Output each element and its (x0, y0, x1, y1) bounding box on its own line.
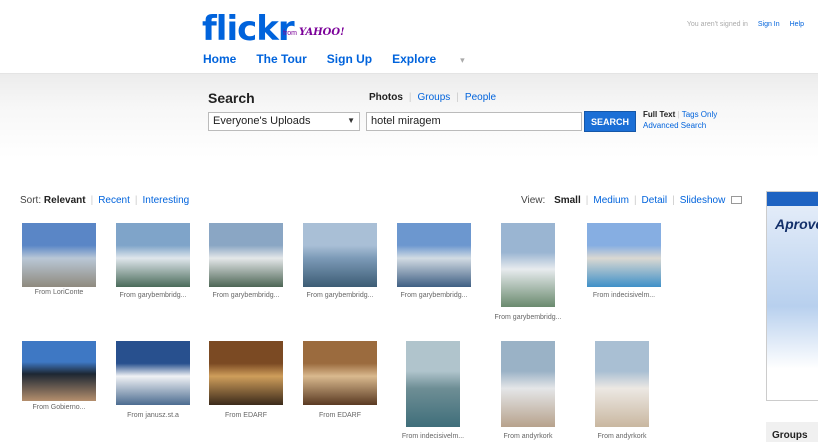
chevron-down-icon: ▾ (460, 55, 465, 65)
search-options: Full Text | Tags Only Advanced Search (643, 109, 717, 131)
photo-thumbnail[interactable] (501, 223, 555, 307)
full-text-option[interactable]: Full Text (643, 110, 675, 119)
divider: | (408, 92, 412, 103)
ad-header-bar (767, 192, 818, 206)
view-detail[interactable]: Detail (642, 195, 668, 206)
photo-thumbnail[interactable] (303, 341, 377, 405)
groups-heading: Groups (766, 422, 818, 442)
nav-explore-label: Explore (392, 52, 437, 66)
view-bar: View: Small | Medium | Detail | Slideshow (521, 195, 743, 206)
tab-groups[interactable]: Groups (418, 92, 451, 103)
nav-the-tour[interactable]: The Tour (256, 52, 306, 66)
photo-thumbnail[interactable] (22, 223, 96, 287)
sort-recent[interactable]: Recent (98, 195, 130, 206)
photo-caption[interactable]: From garybembridg... (113, 292, 193, 299)
divider: | (90, 195, 94, 206)
photo-caption[interactable]: From andyrkork (582, 433, 662, 440)
logo-text: flickr (202, 9, 295, 49)
nav-sign-up[interactable]: Sign Up (327, 52, 372, 66)
photo-thumbnail[interactable] (397, 223, 471, 287)
search-scope-select[interactable]: Everyone's Uploads ▼ (208, 112, 360, 131)
photo-thumbnail[interactable] (595, 341, 649, 427)
sort-relevant[interactable]: Relevant (44, 195, 86, 206)
photo-thumbnail[interactable] (116, 223, 190, 287)
photo-caption[interactable]: From EDARF (300, 412, 380, 419)
view-small[interactable]: Small (554, 195, 581, 206)
tags-only-option[interactable]: Tags Only (682, 110, 718, 119)
sort-interesting[interactable]: Interesting (143, 195, 190, 206)
photo-thumbnail[interactable] (116, 341, 190, 405)
search-button[interactable]: SEARCH (584, 111, 636, 132)
photo-thumbnail[interactable] (406, 341, 460, 427)
view-medium[interactable]: Medium (593, 195, 629, 206)
photo-caption[interactable]: From indecisivelm... (584, 292, 664, 299)
photo-caption[interactable]: From andyrkork (488, 433, 568, 440)
yahoo-from-label: from (283, 30, 297, 37)
scope-value: Everyone's Uploads (213, 115, 311, 127)
view-label: View: (521, 195, 546, 206)
dropdown-arrow-icon: ▼ (347, 116, 355, 125)
photo-thumbnail[interactable] (587, 223, 661, 287)
sign-in-link[interactable]: Sign In (758, 21, 780, 28)
signed-status: You aren't signed in (686, 21, 748, 28)
photo-caption[interactable]: From Gobierno... (19, 404, 99, 411)
divider: | (456, 92, 459, 103)
photo-caption[interactable]: From janusz.st.a (113, 412, 193, 419)
divider: | (633, 195, 637, 206)
help-link[interactable]: Help (790, 21, 804, 28)
yahoo-brand: from YAHOO! (283, 27, 344, 38)
account-bar: You aren't signed in Sign In Help (687, 21, 804, 28)
photo-thumbnail[interactable] (303, 223, 377, 287)
flickr-logo[interactable]: flickr (202, 9, 295, 49)
divider: | (677, 110, 680, 119)
photo-thumbnail[interactable] (501, 341, 555, 427)
view-slideshow[interactable]: Slideshow (680, 195, 726, 206)
search-title: Search (208, 90, 255, 106)
yahoo-logo-text: YAHOO! (298, 27, 345, 38)
photo-caption[interactable]: From garybembridg... (394, 292, 474, 299)
photo-thumbnail[interactable] (209, 223, 283, 287)
photo-caption[interactable]: From LoriConte (19, 289, 99, 296)
photo-thumbnail[interactable] (22, 341, 96, 401)
photo-caption[interactable]: From garybembridg... (300, 292, 380, 299)
divider: | (585, 195, 589, 206)
photo-thumbnail[interactable] (209, 341, 283, 405)
ad-banner[interactable]: Aprove (766, 191, 818, 401)
photo-caption[interactable]: From EDARF (206, 412, 286, 419)
nav-home[interactable]: Home (203, 52, 236, 66)
slideshow-icon[interactable] (731, 196, 743, 205)
sort-label: Sort: (20, 195, 42, 206)
divider: | (672, 195, 675, 206)
advanced-search-link[interactable]: Advanced Search (643, 121, 706, 130)
photo-caption[interactable]: From indecisivelm... (393, 433, 473, 440)
sort-bar: Sort: Relevant | Recent | Interesting (20, 195, 189, 206)
photo-caption[interactable]: From garybembridg... (488, 314, 568, 321)
photo-caption[interactable]: From garybembridg... (206, 292, 286, 299)
search-input[interactable]: hotel miragem (366, 112, 582, 131)
search-tabs: Photos | Groups | People (369, 92, 496, 103)
divider: | (134, 195, 138, 206)
nav-explore[interactable]: Explore ▾ (392, 52, 485, 66)
tab-people[interactable]: People (465, 92, 496, 103)
ad-text: Aprove (775, 216, 818, 232)
tab-photos[interactable]: Photos (369, 92, 403, 103)
main-nav: Home The Tour Sign Up Explore ▾ (203, 52, 505, 66)
